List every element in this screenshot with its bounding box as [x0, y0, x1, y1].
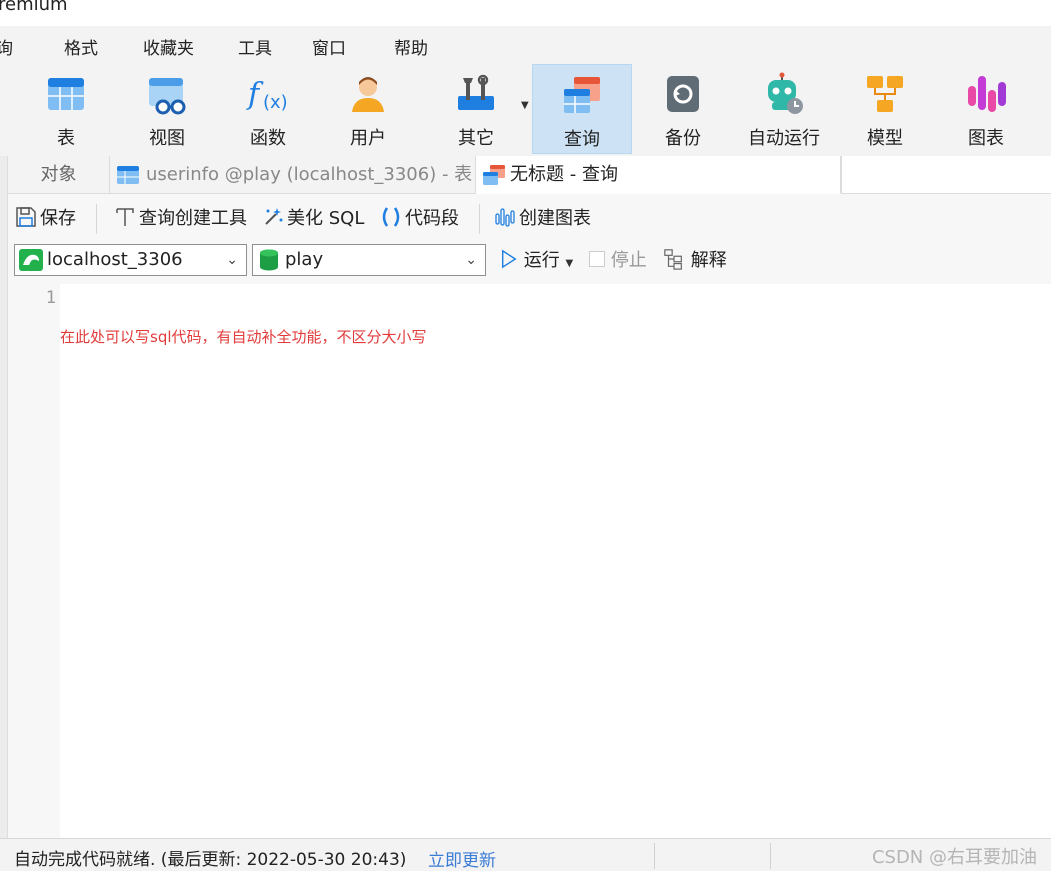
- menu-window[interactable]: 窗口: [312, 34, 346, 59]
- status-separator: [770, 843, 771, 869]
- query-builder-button[interactable]: 查询创建工具: [114, 206, 247, 232]
- menu-query[interactable]: 询: [0, 34, 13, 59]
- play-icon: [501, 249, 517, 269]
- user-icon: [352, 77, 384, 112]
- robot-icon: [768, 72, 803, 114]
- toolbar-separator: [479, 204, 480, 234]
- toolbar-others-button[interactable]: 其它: [426, 64, 526, 154]
- magic-wand-icon: [265, 208, 283, 225]
- chevron-down-icon: ⌄: [226, 252, 238, 268]
- create-chart-button[interactable]: 创建图表: [494, 206, 591, 232]
- chart-icon: [968, 76, 1006, 112]
- save-icon: [16, 207, 36, 227]
- tab-bar-empty-area: [841, 156, 1051, 193]
- connection-select[interactable]: localhost_3306 ⌄: [14, 244, 247, 276]
- backup-icon: [667, 76, 699, 112]
- toolbar-table-button[interactable]: 表: [16, 64, 116, 154]
- tab-untitled-query[interactable]: 无标题 - 查询: [476, 156, 841, 194]
- bar-chart-icon: [495, 208, 515, 227]
- database-select[interactable]: play ⌄: [252, 244, 486, 276]
- toolbar-model-button[interactable]: 模型: [835, 64, 935, 154]
- query-icon: [564, 77, 600, 113]
- save-button[interactable]: 保存: [15, 206, 76, 232]
- editor-annotation: 在此处可以写sql代码，有自动补全功能，不区分大小写: [60, 328, 427, 346]
- tab-bar: 对象 userinfo @play (localhost_3306) - 表 无…: [8, 156, 1051, 194]
- tab-userinfo-label: userinfo @play (localhost_3306) - 表: [146, 164, 473, 185]
- model-icon: [867, 76, 903, 112]
- menu-tools[interactable]: 工具: [238, 34, 272, 59]
- query-builder-icon: [116, 208, 134, 226]
- toolbar-query-button[interactable]: 查询: [532, 64, 632, 154]
- database-icon: [260, 249, 278, 271]
- stop-icon: [589, 251, 605, 267]
- toolbar-separator: [96, 204, 97, 234]
- tab-objects[interactable]: 对象: [8, 156, 110, 194]
- view-icon: [149, 78, 186, 115]
- svg-text:(x): (x): [263, 92, 288, 113]
- toolbar-backup-button[interactable]: 备份: [633, 64, 733, 154]
- toolbar-user-button[interactable]: 用户: [318, 64, 418, 154]
- tools-icon: [458, 74, 494, 110]
- table-tab-icon: [117, 166, 139, 184]
- beautify-sql-button[interactable]: 美化 SQL: [262, 206, 364, 232]
- stop-button[interactable]: 停止: [589, 248, 647, 274]
- run-button[interactable]: 运行 ▼: [500, 248, 573, 277]
- connection-selector-row: localhost_3306 ⌄ play ⌄ 运行 ▼ 停止 解释: [8, 242, 1051, 284]
- watermark: CSDN @右耳要加油: [871, 847, 1037, 868]
- mysql-connection-icon: [19, 249, 43, 271]
- window-title: remium: [0, 0, 68, 15]
- status-message: 自动完成代码就绪. (最后更新: 2022-05-30 20:43): [14, 850, 407, 870]
- tab-untitled-label: 无标题 - 查询: [510, 164, 618, 185]
- query-toolbar: 保存 查询创建工具 美化 SQL 代码段 创建图表: [8, 194, 1051, 242]
- window-title-bar: remium: [0, 0, 1051, 26]
- run-dropdown-arrow[interactable]: ▼: [565, 258, 573, 269]
- explain-icon: [664, 249, 682, 270]
- status-bar: 自动完成代码就绪. (最后更新: 2022-05-30 20:43) 立即更新 …: [0, 838, 1051, 871]
- table-icon: [48, 78, 84, 110]
- toolbar-view-button[interactable]: 视图: [117, 64, 217, 154]
- update-now-link[interactable]: 立即更新: [428, 846, 496, 871]
- left-panel-edge: [0, 156, 8, 838]
- query-tab-icon: [483, 165, 505, 185]
- chevron-down-icon: ⌄: [465, 252, 477, 268]
- explain-button[interactable]: 解释: [663, 248, 727, 274]
- function-icon: f (x): [246, 77, 288, 113]
- line-number: 1: [45, 288, 56, 308]
- menu-format[interactable]: 格式: [64, 34, 98, 59]
- toolbar-autorun-button[interactable]: 自动运行: [734, 64, 834, 154]
- code-snippet-button[interactable]: 代码段: [380, 206, 459, 232]
- sql-editor[interactable]: 1 在此处可以写sql代码，有自动补全功能，不区分大小写: [8, 284, 1051, 838]
- svg-text:f: f: [246, 77, 264, 112]
- others-dropdown-arrow[interactable]: ▼: [521, 100, 529, 111]
- tab-userinfo-table[interactable]: userinfo @play (localhost_3306) - 表: [110, 156, 476, 194]
- toolbar-function-button[interactable]: f (x) 函数: [218, 64, 318, 154]
- menu-bar: 询 格式 收藏夹 工具 窗口 帮助: [0, 26, 1051, 64]
- line-number-gutter: 1: [8, 284, 60, 838]
- parentheses-icon: [382, 207, 400, 227]
- menu-favorites[interactable]: 收藏夹: [143, 34, 194, 59]
- status-separator: [654, 843, 655, 869]
- toolbar-chart-button[interactable]: 图表: [936, 64, 1036, 154]
- menu-help[interactable]: 帮助: [394, 34, 428, 59]
